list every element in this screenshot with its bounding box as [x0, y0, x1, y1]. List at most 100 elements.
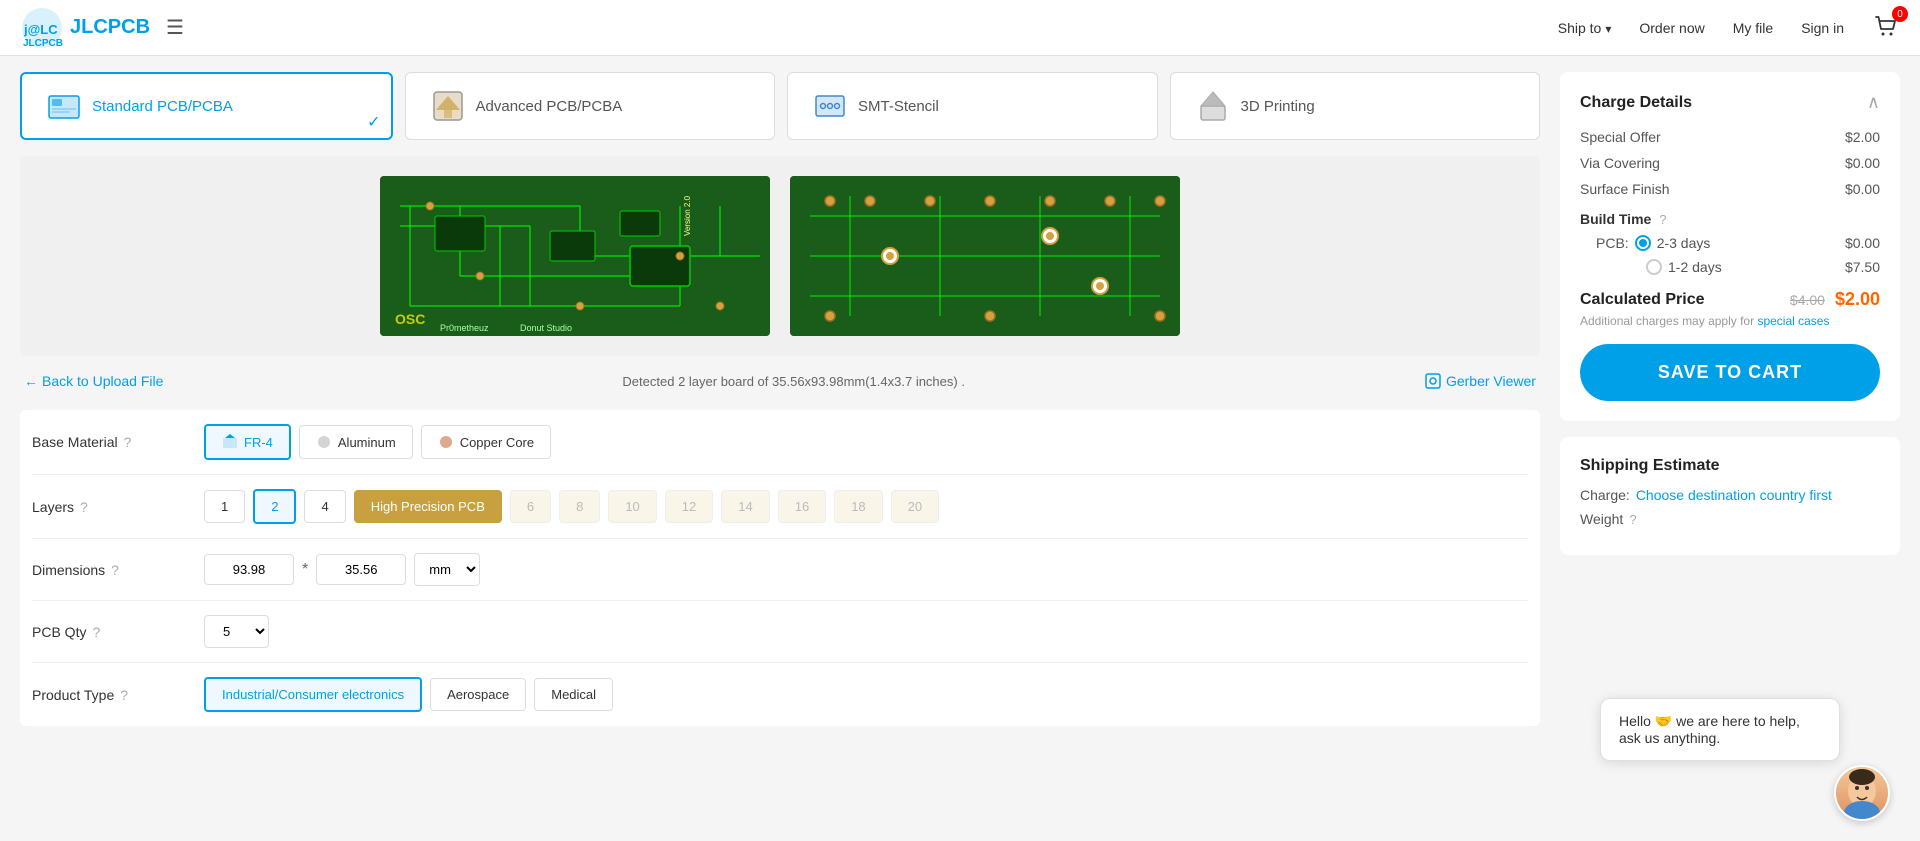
save-to-cart-button[interactable]: SAVE TO CART	[1580, 344, 1880, 401]
shipping-charge-row: Charge: Choose destination country first	[1580, 487, 1880, 503]
sign-in-link[interactable]: Sign in	[1801, 20, 1844, 36]
right-panel: Charge Details ∧ Special Offer $2.00 Via…	[1560, 72, 1900, 726]
svg-text:JLCPCB: JLCPCB	[23, 38, 63, 49]
surface-finish-value: $0.00	[1845, 181, 1880, 197]
tab-standard[interactable]: Standard PCB/PCBA	[20, 72, 393, 140]
pcb-qty-help-icon[interactable]: ?	[92, 624, 100, 640]
layers-controls: 1 2 4 High Precision PCB 6 8	[204, 489, 939, 524]
dimensions-label: Dimensions ?	[32, 562, 192, 578]
tab-advanced-label: Advanced PCB/PCBA	[476, 98, 623, 115]
shipping-weight-row: Weight ?	[1580, 511, 1880, 527]
special-cases-link[interactable]: special cases	[1757, 314, 1829, 328]
base-material-help-icon[interactable]: ?	[124, 434, 132, 450]
layers-14[interactable]: 14	[721, 490, 769, 523]
pcb-qty-controls: 5 10 15 20 25 30	[204, 615, 269, 648]
ship-to-button[interactable]: Ship to	[1558, 20, 1612, 36]
shipping-charge-label: Charge:	[1580, 487, 1630, 503]
hamburger-icon[interactable]: ☰	[166, 15, 184, 40]
product-type-label: Product Type ?	[32, 687, 192, 703]
layers-label: Layers ?	[32, 499, 192, 515]
product-type-aerospace[interactable]: Aerospace	[430, 678, 526, 711]
layers-4[interactable]: 4	[304, 490, 345, 523]
base-material-aluminum[interactable]: Aluminum	[299, 425, 413, 459]
via-covering-value: $0.00	[1845, 155, 1880, 171]
layers-help-icon[interactable]: ?	[80, 499, 88, 515]
pcb-label: PCB:	[1596, 235, 1629, 251]
tab-printing-label: 3D Printing	[1241, 98, 1315, 115]
build-time-help-icon[interactable]: ?	[1659, 212, 1666, 227]
my-file-link[interactable]: My file	[1733, 20, 1773, 36]
pcb-qty-select[interactable]: 5 10 15 20 25 30	[204, 615, 269, 648]
cart-button[interactable]: 0	[1872, 12, 1900, 43]
layers-20[interactable]: 20	[891, 490, 939, 523]
back-upload-link[interactable]: ← Back to Upload File	[24, 373, 163, 389]
layers-6[interactable]: 6	[510, 490, 551, 523]
tab-stencil-label: SMT-Stencil	[858, 98, 939, 115]
charge-details-header: Charge Details ∧	[1580, 92, 1880, 113]
svg-text:j@LC: j@LC	[23, 22, 58, 37]
layers-10[interactable]: 10	[608, 490, 656, 523]
product-type-help-icon[interactable]: ?	[120, 687, 128, 703]
tab-printing[interactable]: 3D Printing	[1170, 72, 1541, 140]
product-type-industrial[interactable]: Industrial/Consumer electronics	[204, 677, 422, 712]
build-23-days-label: 2-3 days	[1657, 235, 1711, 251]
base-material-copper[interactable]: Copper Core	[421, 425, 551, 459]
dimensions-row: Dimensions ? * mm inch	[32, 539, 1528, 601]
layers-8[interactable]: 8	[559, 490, 600, 523]
avatar-face	[1836, 767, 1888, 819]
order-now-link[interactable]: Order now	[1639, 20, 1704, 36]
tab-standard-label: Standard PCB/PCBA	[92, 98, 233, 115]
build-12-radio[interactable]	[1646, 259, 1662, 275]
base-material-row: Base Material ? FR-4 Aluminum Copper Cor…	[32, 410, 1528, 475]
calculated-price-label: Calculated Price	[1580, 291, 1705, 309]
dimensions-help-icon[interactable]: ?	[111, 562, 119, 578]
gerber-viewer-link[interactable]: Gerber Viewer	[1424, 372, 1536, 390]
layers-row: Layers ? 1 2 4 High Precision PCB	[32, 475, 1528, 539]
build-23-radio[interactable]	[1635, 235, 1651, 251]
chat-avatar[interactable]	[1834, 765, 1890, 821]
weight-help-icon[interactable]: ?	[1629, 512, 1636, 527]
detected-text: Detected 2 layer board of 35.56x93.98mm(…	[622, 374, 965, 389]
tab-stencil[interactable]: SMT-Stencil	[787, 72, 1158, 140]
layers-2[interactable]: 2	[253, 489, 296, 524]
chat-bubble: Hello 🤝 we are here to help, ask us anyt…	[1600, 698, 1840, 761]
build-time-row-2: 1-2 days $7.50	[1596, 259, 1880, 275]
build-12-days-label: 1-2 days	[1668, 259, 1722, 275]
product-type-row: Product Type ? Industrial/Consumer elect…	[32, 663, 1528, 726]
unit-select[interactable]: mm inch	[414, 553, 480, 586]
svg-text:OSC: OSC	[395, 311, 425, 327]
dimension-width-input[interactable]	[204, 554, 294, 585]
price-final: $2.00	[1835, 289, 1880, 310]
charge-row-via-covering: Via Covering $0.00	[1580, 155, 1880, 171]
multiply-sign: *	[302, 561, 308, 579]
special-offer-value: $2.00	[1845, 129, 1880, 145]
header-right: Ship to Order now My file Sign in 0	[1558, 12, 1900, 43]
product-type-medical[interactable]: Medical	[534, 678, 613, 711]
layers-18[interactable]: 18	[834, 490, 882, 523]
pcb-qty-row: PCB Qty ? 5 10 15 20 25 30	[32, 601, 1528, 663]
collapse-icon[interactable]: ∧	[1867, 92, 1880, 113]
tabs-row: Standard PCB/PCBA Advanced PCB/PCBA SMT-…	[20, 72, 1540, 140]
svg-text:Pr0metheuz: Pr0metheuz	[440, 323, 489, 333]
base-material-label: Base Material ?	[32, 434, 192, 450]
build-23-days-price: $0.00	[1845, 235, 1880, 251]
layers-1[interactable]: 1	[204, 490, 245, 523]
charge-details-title: Charge Details	[1580, 94, 1692, 112]
special-cases-note: Additional charges may apply for special…	[1580, 314, 1880, 328]
base-material-fr4[interactable]: FR-4	[204, 424, 291, 460]
build-time-row-1: PCB: 2-3 days $0.00	[1596, 235, 1880, 251]
base-material-controls: FR-4 Aluminum Copper Core	[204, 424, 551, 460]
choose-destination-link[interactable]: Choose destination country first	[1636, 487, 1832, 503]
via-covering-label: Via Covering	[1580, 155, 1660, 171]
logo[interactable]: j@LC JLCPCB JLCPCB	[20, 6, 150, 50]
layers-12[interactable]: 12	[665, 490, 713, 523]
tab-advanced[interactable]: Advanced PCB/PCBA	[405, 72, 776, 140]
layers-high-precision[interactable]: High Precision PCB	[354, 490, 502, 523]
layers-16[interactable]: 16	[778, 490, 826, 523]
price-original: $4.00	[1790, 292, 1825, 308]
pcb-image-front: OSC Pr0metheuz Donut Studio Version 2.0	[380, 176, 770, 336]
main-container: Standard PCB/PCBA Advanced PCB/PCBA SMT-…	[0, 56, 1920, 742]
header: j@LC JLCPCB JLCPCB ☰ Ship to Order now M…	[0, 0, 1920, 56]
nav-row: ← Back to Upload File Detected 2 layer b…	[20, 372, 1540, 390]
dimension-height-input[interactable]	[316, 554, 406, 585]
